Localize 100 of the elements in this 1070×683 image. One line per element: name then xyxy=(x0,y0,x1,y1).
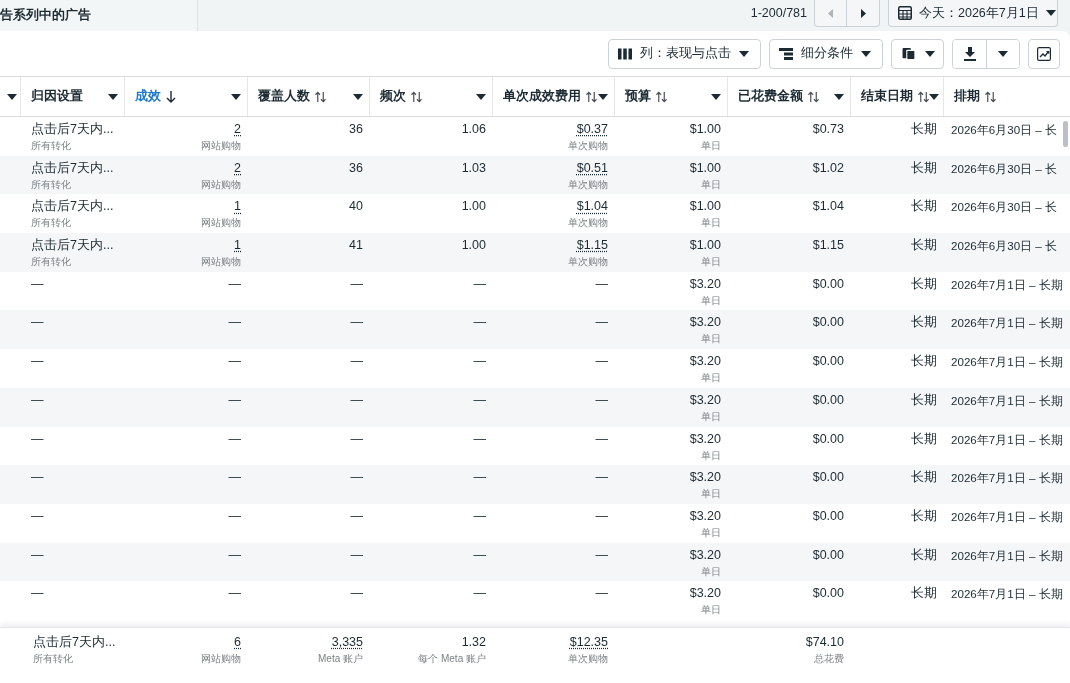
end-date-text: 长期 xyxy=(911,508,937,524)
caret-down-icon[interactable] xyxy=(231,93,241,100)
end-date-text: 长期 xyxy=(911,122,937,137)
metric-value: — xyxy=(595,354,608,370)
metric-value: 36 xyxy=(349,122,363,137)
metric-note: 单日 xyxy=(701,332,721,347)
metric-value: — xyxy=(228,547,241,563)
metric-value: — xyxy=(595,586,608,602)
caret-down-icon[interactable] xyxy=(598,93,608,100)
metric-note: 单日 xyxy=(701,216,721,231)
caret-down-icon[interactable] xyxy=(7,93,17,100)
column-header[interactable]: 归因设置 xyxy=(31,88,83,105)
metric-value: $0.00 xyxy=(812,547,844,563)
metric-note: 所有转化 xyxy=(31,255,71,270)
metric-note: 单次购物 xyxy=(568,177,608,192)
column-header[interactable]: 成效 xyxy=(135,88,176,105)
metric-value: — xyxy=(595,470,608,486)
end-date-text: 长期 xyxy=(911,431,937,447)
column-header[interactable]: 排期 xyxy=(954,88,996,105)
metric-value: $3.20 xyxy=(689,508,721,524)
caret-down-icon[interactable] xyxy=(353,93,363,100)
columns-button[interactable]: 列：表现与点击 xyxy=(608,38,761,69)
date-range-button[interactable]: 今天：2026年7月1日 xyxy=(888,0,1058,27)
sort-icon xyxy=(918,90,929,103)
caret-down-icon[interactable] xyxy=(711,93,721,100)
metric-note: 单日 xyxy=(701,409,721,424)
sort-icon xyxy=(411,90,422,103)
metric-value: — xyxy=(595,508,608,524)
total-value: 6 xyxy=(234,635,241,650)
metric-note: 每个 Meta 账户 xyxy=(418,652,486,666)
schedule-text: 2026年6月30日 – 长 xyxy=(951,122,1058,137)
metric-note: 所有转化 xyxy=(31,216,71,231)
caret-down-icon[interactable] xyxy=(108,93,118,100)
metric-value: 1.06 xyxy=(461,122,486,137)
metric-value: $3.20 xyxy=(689,276,721,292)
metric-note: 网站购物 xyxy=(201,255,241,270)
metric-note: 所有转化 xyxy=(33,652,73,666)
metric-value: $1.00 xyxy=(689,160,721,176)
metric-value: $0.37 xyxy=(576,122,608,137)
schedule-text: 2026年7月1日 – 长期 xyxy=(951,547,1063,563)
attribution-text: — xyxy=(31,276,44,292)
chart-button[interactable] xyxy=(1028,38,1060,69)
metric-value: $3.20 xyxy=(689,586,721,602)
metric-value: — xyxy=(228,470,241,486)
metric-value: $1.00 xyxy=(689,199,721,215)
metric-note: 单次购物 xyxy=(568,216,608,231)
metric-note: 单次购物 xyxy=(568,255,608,270)
caret-down-icon xyxy=(861,50,871,57)
column-header[interactable]: 预算 xyxy=(625,88,667,105)
end-date-text: 长期 xyxy=(911,470,937,486)
caret-down-icon[interactable] xyxy=(834,93,844,100)
attribution-text: — xyxy=(31,586,44,602)
attribution-text: 点击后7天内... xyxy=(31,160,114,176)
schedule-text: 2026年7月1日 – 长期 xyxy=(951,354,1063,370)
metric-value: $3.20 xyxy=(689,547,721,563)
metric-value: $1.02 xyxy=(812,160,844,176)
metric-value: $3.20 xyxy=(689,354,721,370)
metric-value: — xyxy=(350,276,363,292)
arrow-down-icon xyxy=(166,90,176,103)
column-header[interactable]: 已花费金额 xyxy=(738,88,819,105)
reports-button[interactable] xyxy=(891,38,944,69)
metric-value: 1 xyxy=(234,199,241,215)
breakdown-button[interactable]: 细分条件 xyxy=(769,38,883,69)
metric-value: $0.00 xyxy=(812,586,844,602)
metric-note: 单日 xyxy=(701,177,721,192)
attribution-text: — xyxy=(31,392,44,408)
metric-note: 单日 xyxy=(701,139,721,153)
metric-note: 单次购物 xyxy=(568,139,608,153)
metric-value: — xyxy=(473,508,486,524)
line-chart-icon xyxy=(1037,46,1051,61)
documents-icon xyxy=(902,47,916,60)
end-date-text: 长期 xyxy=(911,547,937,563)
metric-value: — xyxy=(228,354,241,370)
attribution-text: 点击后7天内... xyxy=(31,199,114,215)
column-header[interactable]: 结束日期 xyxy=(861,88,929,105)
column-header[interactable]: 单次成效费用 xyxy=(503,88,597,105)
column-header[interactable]: 频次 xyxy=(380,88,422,105)
schedule-text: 2026年7月1日 – 长期 xyxy=(951,276,1063,292)
metric-value: — xyxy=(473,431,486,447)
attribution-text: — xyxy=(31,431,44,447)
schedule-text: 2026年7月1日 – 长期 xyxy=(951,392,1063,408)
metric-value: $0.00 xyxy=(812,508,844,524)
scrollbar-thumb[interactable] xyxy=(1063,121,1068,147)
next-page-button[interactable] xyxy=(847,0,880,27)
metric-value: $1.04 xyxy=(576,199,608,215)
attribution-text: — xyxy=(31,315,44,331)
schedule-text: 2026年6月30日 – 长 xyxy=(951,199,1058,215)
metric-value: 2 xyxy=(234,160,241,176)
metric-value: — xyxy=(473,315,486,331)
metric-value: $0.00 xyxy=(812,315,844,331)
metric-value: 2 xyxy=(234,122,241,137)
metric-value: $3.20 xyxy=(689,392,721,408)
column-header[interactable]: 覆盖人数 xyxy=(258,88,326,105)
metric-value: — xyxy=(595,431,608,447)
attribution-text: — xyxy=(31,508,44,524)
caret-down-icon[interactable] xyxy=(476,93,486,100)
export-menu-button[interactable] xyxy=(986,39,1019,68)
calendar-icon xyxy=(898,6,912,20)
caret-down-icon[interactable] xyxy=(929,93,939,100)
attribution-text: 点击后7天内... xyxy=(31,238,114,254)
